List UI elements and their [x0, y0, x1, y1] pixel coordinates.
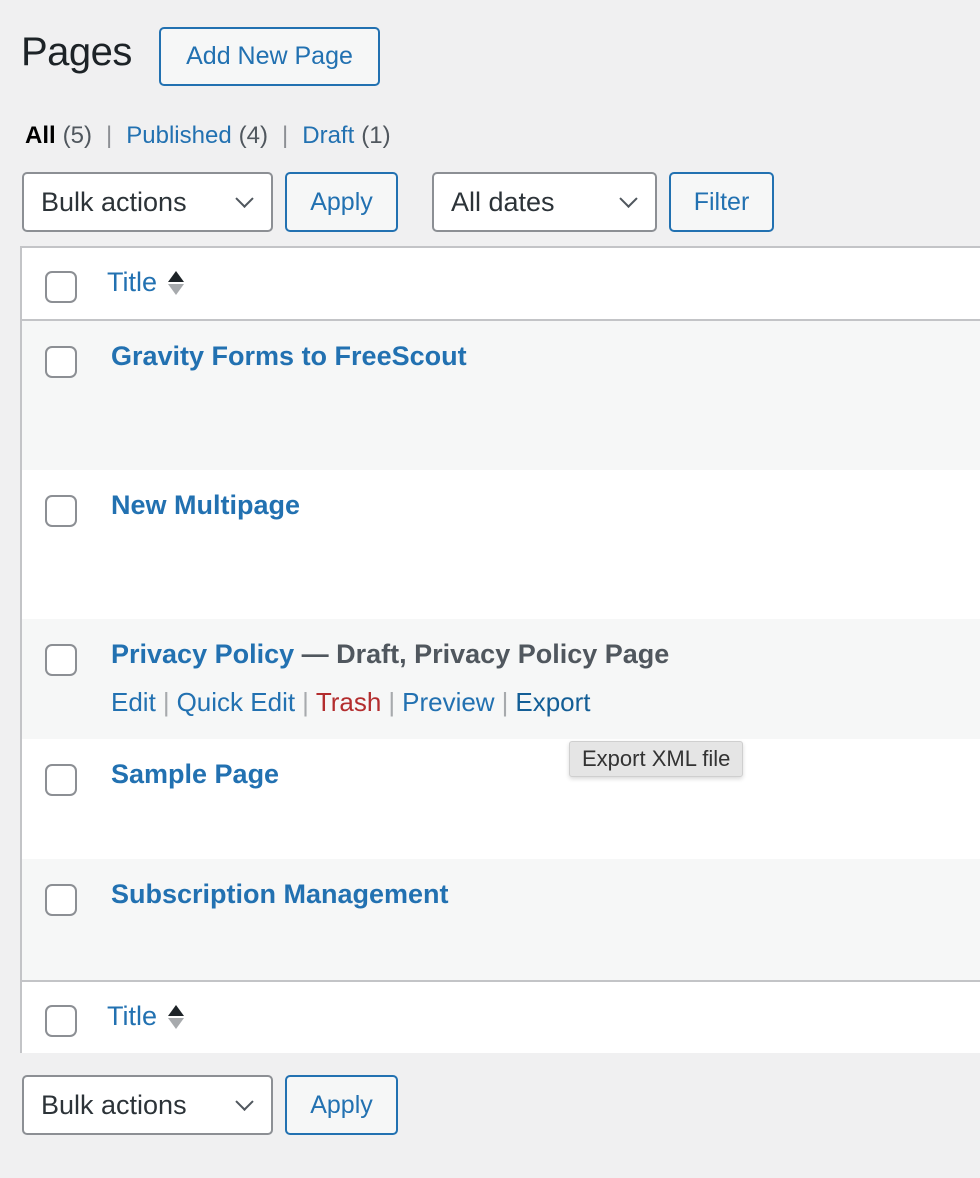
- row-title-link[interactable]: Sample Page: [111, 759, 279, 789]
- add-new-page-button[interactable]: Add New Page: [159, 27, 380, 86]
- view-draft-count: (1): [361, 122, 391, 149]
- bulk-actions-select-top[interactable]: Bulk actions: [22, 172, 273, 232]
- table-row: Privacy Policy — Draft, Privacy Policy P…: [22, 619, 980, 739]
- view-all-label: All: [25, 122, 56, 149]
- select-all-checkbox[interactable]: [45, 271, 77, 303]
- row-title-line: Gravity Forms to FreeScout: [111, 341, 467, 372]
- row-checkbox[interactable]: [45, 346, 77, 378]
- view-published-label: Published: [126, 122, 232, 149]
- title-column-label: Title: [107, 267, 158, 297]
- view-filters: All (5) | Published (4) | Draft (1): [25, 122, 391, 150]
- date-filter-select[interactable]: All dates: [432, 172, 657, 232]
- quick-edit-action[interactable]: Quick Edit: [177, 687, 296, 718]
- table-footer: Title: [22, 980, 980, 1053]
- row-title-link[interactable]: Privacy Policy: [111, 639, 294, 669]
- row-title-line: Subscription Management: [111, 879, 449, 910]
- chevron-down-icon: [235, 1092, 254, 1111]
- export-tooltip: Export XML file: [569, 741, 744, 777]
- row-title-line: Privacy Policy — Draft, Privacy Policy P…: [111, 639, 669, 670]
- bulk-actions-value: Bulk actions: [41, 186, 187, 217]
- pages-screen: Pages Add New Page All (5) | Published (4)…: [0, 0, 980, 1178]
- row-title-link[interactable]: New Multipage: [111, 490, 300, 520]
- table-header: Title: [22, 248, 980, 321]
- title-column-label: Title: [107, 1001, 158, 1031]
- action-separator: |: [501, 687, 509, 717]
- action-separator: |: [162, 687, 170, 717]
- chevron-down-icon: [619, 189, 638, 208]
- row-title-line: Sample Page: [111, 759, 279, 790]
- filter-button[interactable]: Filter: [669, 172, 774, 232]
- view-separator: |: [106, 122, 113, 149]
- title-column-sort[interactable]: Title: [107, 267, 185, 298]
- pages-table: Title Gravity Forms to FreeScout New Mul…: [20, 246, 980, 1053]
- view-all[interactable]: All (5): [25, 122, 92, 150]
- row-checkbox[interactable]: [45, 764, 77, 796]
- action-separator: |: [302, 687, 309, 717]
- apply-button-bottom[interactable]: Apply: [285, 1075, 398, 1135]
- table-row: New Multipage: [22, 470, 980, 619]
- row-checkbox[interactable]: [45, 495, 77, 527]
- row-actions: Edit | Quick Edit | Trash | Preview | Ex…: [111, 687, 591, 718]
- apply-button-top[interactable]: Apply: [285, 172, 398, 232]
- action-separator: |: [388, 687, 396, 717]
- post-state: — Draft, Privacy Policy Page: [294, 639, 670, 669]
- edit-action[interactable]: Edit: [111, 687, 156, 718]
- date-filter-value: All dates: [451, 186, 555, 217]
- view-draft-label: Draft: [302, 122, 355, 149]
- bulk-actions-value: Bulk actions: [41, 1089, 187, 1120]
- view-all-count: (5): [62, 122, 93, 149]
- row-checkbox[interactable]: [45, 644, 77, 676]
- select-all-checkbox-bottom[interactable]: [45, 1005, 77, 1037]
- chevron-down-icon: [235, 189, 254, 208]
- table-row: Sample Page: [22, 739, 980, 859]
- page-title: Pages: [21, 30, 132, 74]
- row-checkbox[interactable]: [45, 884, 77, 916]
- sort-icon: [168, 270, 185, 295]
- view-draft[interactable]: Draft (1): [302, 122, 390, 150]
- trash-action[interactable]: Trash: [316, 687, 382, 718]
- row-title-line: New Multipage: [111, 490, 300, 521]
- export-action[interactable]: Export: [515, 687, 590, 718]
- preview-action[interactable]: Preview: [402, 687, 494, 718]
- row-title-link[interactable]: Subscription Management: [111, 879, 449, 909]
- view-separator: |: [282, 122, 289, 149]
- view-published-count: (4): [238, 122, 269, 149]
- table-row: Gravity Forms to FreeScout: [22, 321, 980, 470]
- title-column-sort-bottom[interactable]: Title: [107, 1001, 185, 1032]
- bulk-actions-select-bottom[interactable]: Bulk actions: [22, 1075, 273, 1135]
- sort-icon: [168, 1004, 185, 1029]
- view-published[interactable]: Published (4): [126, 122, 268, 150]
- row-title-link[interactable]: Gravity Forms to FreeScout: [111, 341, 467, 371]
- table-row: Subscription Management: [22, 859, 980, 980]
